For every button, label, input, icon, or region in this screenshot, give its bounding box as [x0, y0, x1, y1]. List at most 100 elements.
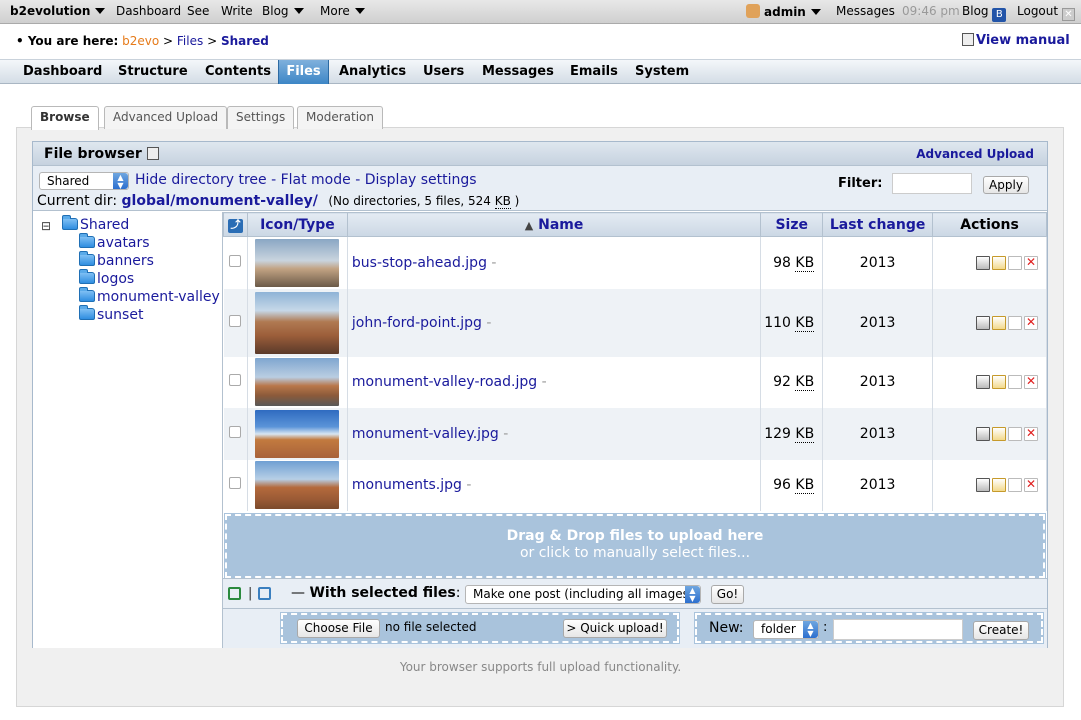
user-menu[interactable]: admin	[746, 4, 821, 19]
row-checkbox[interactable]	[229, 254, 242, 267]
messages-link[interactable]: Messages	[836, 4, 895, 18]
file-link[interactable]: monument-valley-road.jpg	[352, 374, 537, 390]
size-unit: KB	[795, 477, 815, 494]
bulk-action-select[interactable]: Make one post (including all images) ▲ ▼	[465, 585, 701, 604]
tab-moderation[interactable]: Moderation	[297, 106, 383, 129]
move-icon[interactable]	[992, 255, 1006, 270]
row-checkbox[interactable]	[229, 477, 242, 489]
name-header-label: Name	[538, 216, 584, 233]
name-header[interactable]: ▲ Name	[346, 212, 762, 237]
menu-files[interactable]: Files	[278, 60, 329, 84]
breadcrumb-b2evo[interactable]: b2evo	[122, 34, 159, 48]
check-all-icon[interactable]	[228, 587, 241, 602]
blog-link[interactable]: Blog B	[962, 4, 1007, 22]
hide-tree-link[interactable]: Hide directory tree	[135, 172, 267, 188]
quick-upload-button[interactable]: > Quick upload!	[563, 619, 667, 638]
move-icon[interactable]	[992, 426, 1006, 441]
filter-input[interactable]	[892, 173, 972, 194]
move-icon[interactable]	[992, 315, 1006, 330]
tree-node-avatars[interactable]: avatars	[79, 233, 150, 251]
size-cell: 98 KB	[760, 236, 824, 289]
tab-advanced-upload[interactable]: Advanced Upload	[104, 106, 228, 129]
size-header[interactable]: Size	[760, 212, 824, 237]
edit-properties-icon[interactable]	[976, 255, 990, 270]
parent-dir-icon[interactable]: ⤴	[227, 219, 243, 233]
apply-button[interactable]: Apply	[983, 176, 1029, 194]
copy-icon[interactable]	[1008, 255, 1022, 270]
edit-properties-icon[interactable]	[976, 375, 990, 389]
copy-icon[interactable]	[1008, 375, 1022, 389]
menu-structure[interactable]: Structure	[112, 60, 194, 84]
tree-node-banners[interactable]: banners	[79, 251, 154, 269]
copy-icon[interactable]	[1008, 426, 1022, 441]
thumbnail[interactable]	[255, 358, 340, 406]
create-button[interactable]: Create!	[973, 621, 1029, 640]
uncheck-all-icon[interactable]	[258, 587, 271, 602]
username: admin	[764, 5, 806, 19]
thumbnail[interactable]	[255, 238, 340, 287]
menu-system[interactable]: System	[629, 60, 695, 84]
menu-messages[interactable]: Messages	[476, 60, 560, 84]
copy-icon[interactable]	[1008, 478, 1022, 492]
current-dir-path[interactable]: global/monument-valley/	[122, 193, 318, 209]
size-value: 96	[773, 477, 791, 493]
help-icon[interactable]	[147, 147, 159, 160]
go-button[interactable]: Go!	[711, 585, 744, 604]
menu-contents[interactable]: Contents	[199, 60, 277, 84]
topbar-more-menu[interactable]: More	[320, 4, 365, 18]
new-label: New:	[709, 620, 744, 636]
tree-node-shared[interactable]: Shared	[62, 215, 129, 233]
tab-settings[interactable]: Settings	[227, 106, 295, 129]
delete-icon[interactable]: ✕	[1024, 255, 1038, 270]
topbar-write[interactable]: Write	[221, 4, 253, 18]
breadcrumb-files[interactable]: Files	[177, 34, 203, 48]
topbar-see[interactable]: See	[187, 4, 209, 18]
row-checkbox[interactable]	[229, 374, 242, 386]
menu-users[interactable]: Users	[417, 60, 470, 84]
thumbnail[interactable]	[255, 409, 340, 458]
thumbnail[interactable]	[255, 291, 340, 354]
tree-node-sunset[interactable]: sunset	[79, 305, 143, 323]
file-link[interactable]: monument-valley.jpg	[352, 426, 499, 442]
view-manual-link[interactable]: View manual	[962, 33, 1070, 48]
display-settings-link[interactable]: Display settings	[365, 172, 477, 188]
flat-mode-link[interactable]: Flat mode	[281, 172, 351, 188]
delete-icon[interactable]: ✕	[1024, 315, 1038, 330]
last-change-header[interactable]: Last change	[822, 212, 934, 237]
row-checkbox[interactable]	[229, 425, 242, 438]
logout-label: Logout	[1017, 4, 1059, 18]
tab-browse[interactable]: Browse	[31, 106, 99, 130]
menu-analytics[interactable]: Analytics	[333, 60, 412, 84]
menu-emails[interactable]: Emails	[564, 60, 624, 84]
topbar-blog-menu[interactable]: Blog	[262, 4, 304, 18]
delete-icon[interactable]: ✕	[1024, 375, 1038, 389]
move-icon[interactable]	[992, 375, 1006, 389]
row-checkbox[interactable]	[229, 314, 242, 327]
edit-properties-icon[interactable]	[976, 426, 990, 441]
tree-node-logos[interactable]: logos	[79, 269, 134, 287]
file-link[interactable]: bus-stop-ahead.jpg	[352, 255, 487, 271]
thumbnail[interactable]	[255, 461, 340, 509]
file-link[interactable]: monuments.jpg	[352, 477, 462, 493]
root-select[interactable]: Shared ▲ ▼	[39, 172, 129, 190]
edit-properties-icon[interactable]	[976, 315, 990, 330]
thumbnail-cell	[247, 288, 348, 357]
delete-icon[interactable]: ✕	[1024, 478, 1038, 492]
file-link[interactable]: john-ford-point.jpg	[352, 315, 482, 331]
new-name-input[interactable]	[833, 619, 963, 640]
choose-file-button[interactable]: Choose File	[297, 619, 380, 638]
move-icon[interactable]	[992, 478, 1006, 492]
menu-dashboard[interactable]: Dashboard	[17, 60, 108, 84]
copy-icon[interactable]	[1008, 315, 1022, 330]
topbar-dashboard[interactable]: Dashboard	[116, 4, 181, 18]
new-type-select[interactable]: folder ▲ ▼	[753, 620, 819, 639]
tree-node-monument-valley[interactable]: monument-valley	[79, 287, 220, 305]
delete-icon[interactable]: ✕	[1024, 426, 1038, 441]
brand-menu[interactable]: b2evolution	[10, 4, 106, 18]
logout-link[interactable]: Logout ✕	[1017, 4, 1075, 21]
edit-properties-icon[interactable]	[976, 478, 990, 492]
collapse-icon[interactable]: ⊟	[41, 219, 51, 233]
row-select-cell	[223, 459, 248, 511]
advanced-upload-link[interactable]: Advanced Upload	[916, 147, 1034, 161]
drag-drop-zone[interactable]: Drag & Drop files to upload here or clic…	[224, 513, 1046, 579]
